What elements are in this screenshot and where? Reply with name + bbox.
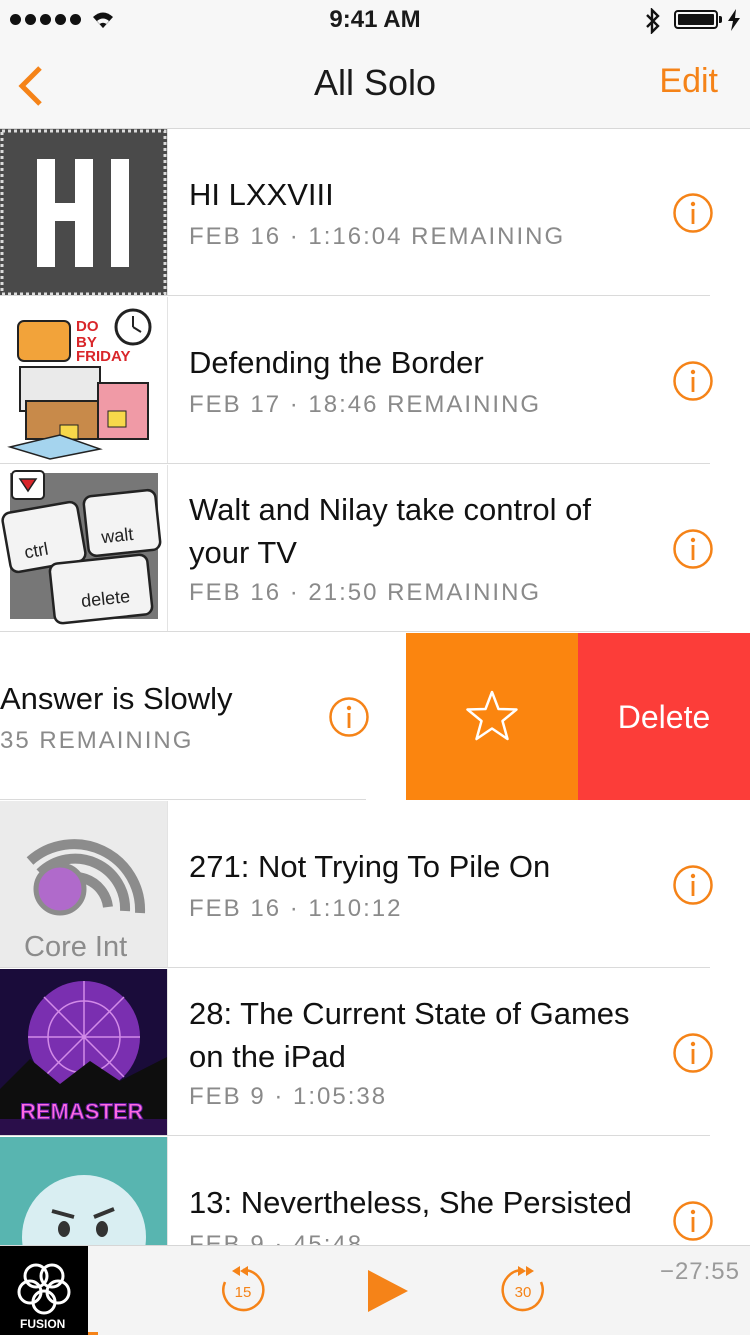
- delete-label: Delete: [617, 699, 711, 735]
- star-action-button[interactable]: [406, 633, 578, 800]
- info-icon[interactable]: [672, 1200, 714, 1242]
- info-icon[interactable]: [672, 528, 714, 570]
- svg-text:REMASTER: REMASTER: [20, 1099, 144, 1124]
- do-by-friday-artwork: DO BY FRIDAY: [0, 297, 167, 464]
- episode-title: HI LXXVIII: [189, 177, 334, 212]
- now-playing-artwork[interactable]: FUSION: [0, 1246, 88, 1335]
- info-icon[interactable]: [672, 1032, 714, 1074]
- bluetooth-icon: [646, 8, 660, 34]
- episode-title: 28: The Current State of Games on the iP…: [189, 996, 630, 1074]
- episode-row[interactable]: 13: Nevertheless, She Persisted FEB 9 · …: [0, 1137, 750, 1245]
- swiped-episode-row[interactable]: Answer is Slowly 35 REMAINING Delete: [0, 633, 750, 800]
- svg-text:FRIDAY: FRIDAY: [76, 348, 130, 365]
- episode-row[interactable]: ctrl walt delete Walt and Nilay take con…: [0, 465, 750, 632]
- svg-text:ctrl: ctrl: [23, 539, 50, 563]
- episode-meta: FEB 16 · 1:10:12: [189, 895, 403, 922]
- charging-bolt-icon: [728, 9, 740, 31]
- episode-meta: 35 REMAINING: [0, 727, 194, 754]
- episode-row[interactable]: Core Int 271: Not Trying To Pile On FEB …: [0, 801, 750, 968]
- info-icon[interactable]: [672, 864, 714, 906]
- remaster-artwork: REMASTER: [0, 969, 167, 1136]
- episode-meta: FEB 9 · 1:05:38: [189, 1083, 388, 1110]
- time-remaining: −27:55: [659, 1258, 740, 1285]
- status-time: 9:41 AM: [329, 6, 421, 33]
- episode-title: 13: Nevertheless, She Persisted: [189, 1185, 632, 1220]
- episode-title: 271: Not Trying To Pile On: [189, 849, 551, 884]
- star-icon: [466, 690, 518, 741]
- battery-tip: [719, 16, 722, 23]
- svg-text:FUSION: FUSION: [20, 1317, 65, 1331]
- episode-title: Walt and Nilay take control of your TV: [189, 492, 592, 570]
- episode-meta: FEB 16 · 1:16:04 REMAINING: [189, 223, 566, 250]
- info-icon[interactable]: [328, 696, 370, 738]
- delete-action-button[interactable]: Delete: [578, 633, 750, 800]
- episode-meta: FEB 17 · 18:46 REMAINING: [189, 391, 542, 418]
- hi-artwork: HI: [0, 129, 167, 296]
- svg-text:30: 30: [515, 1284, 532, 1301]
- navigation-bar: All Solo Edit: [0, 40, 750, 129]
- episode-row[interactable]: DO BY FRIDAY Defending the Border FEB 17…: [0, 297, 750, 464]
- play-button[interactable]: [364, 1268, 410, 1314]
- core-int-artwork: Core Int: [0, 801, 167, 968]
- mini-player[interactable]: FUSION 15 30 −27:55: [0, 1245, 750, 1335]
- svg-text:DO: DO: [76, 318, 99, 335]
- edit-button[interactable]: Edit: [659, 62, 718, 101]
- info-icon[interactable]: [672, 192, 714, 234]
- page-title: All Solo: [313, 62, 437, 103]
- svg-text:Core Int: Core Int: [24, 931, 127, 963]
- info-icon[interactable]: [672, 360, 714, 402]
- svg-text:walt: walt: [99, 524, 134, 547]
- episode-meta: FEB 9 · 45:48: [189, 1231, 364, 1245]
- skip-forward-30-button[interactable]: 30: [498, 1264, 548, 1314]
- svg-text:15: 15: [235, 1284, 252, 1301]
- episode-meta: FEB 16 · 21:50 REMAINING: [189, 579, 542, 606]
- episode-row[interactable]: HI HI LXXVIII FEB 16 · 1:16:04 REMAINING: [0, 129, 750, 296]
- episode-title: Defending the Border: [189, 345, 484, 380]
- episode-row[interactable]: REMASTER 28: The Current State of Games …: [0, 969, 750, 1136]
- emoji-face-artwork: [0, 1137, 167, 1245]
- status-bar: 9:41 AM: [0, 0, 750, 40]
- battery-icon: [674, 10, 718, 29]
- ctrl-walt-delete-artwork: ctrl walt delete: [0, 465, 167, 632]
- swiped-row-content[interactable]: Answer is Slowly 35 REMAINING: [0, 633, 406, 800]
- skip-back-15-button[interactable]: 15: [218, 1264, 268, 1314]
